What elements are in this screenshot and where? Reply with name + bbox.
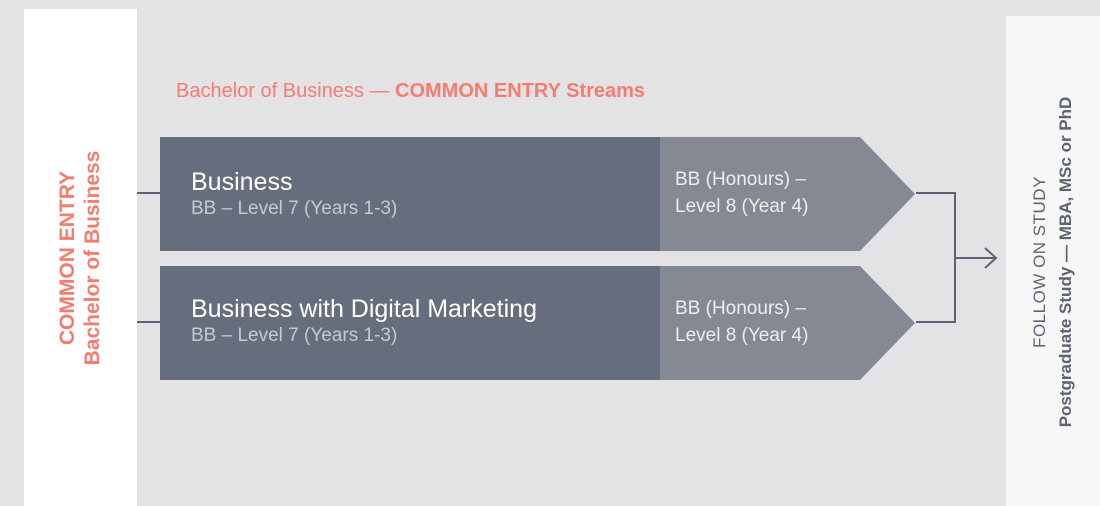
merge-bracket <box>916 192 956 323</box>
follow-on-label: FOLLOW ON STUDY Postgraduate Study — MBA… <box>1029 97 1077 428</box>
follow-on-title: FOLLOW ON STUDY <box>1030 176 1049 348</box>
connector-lines <box>137 192 998 323</box>
follow-on-detail: Postgraduate Study — MBA, MSc or PhD <box>1056 96 1075 428</box>
